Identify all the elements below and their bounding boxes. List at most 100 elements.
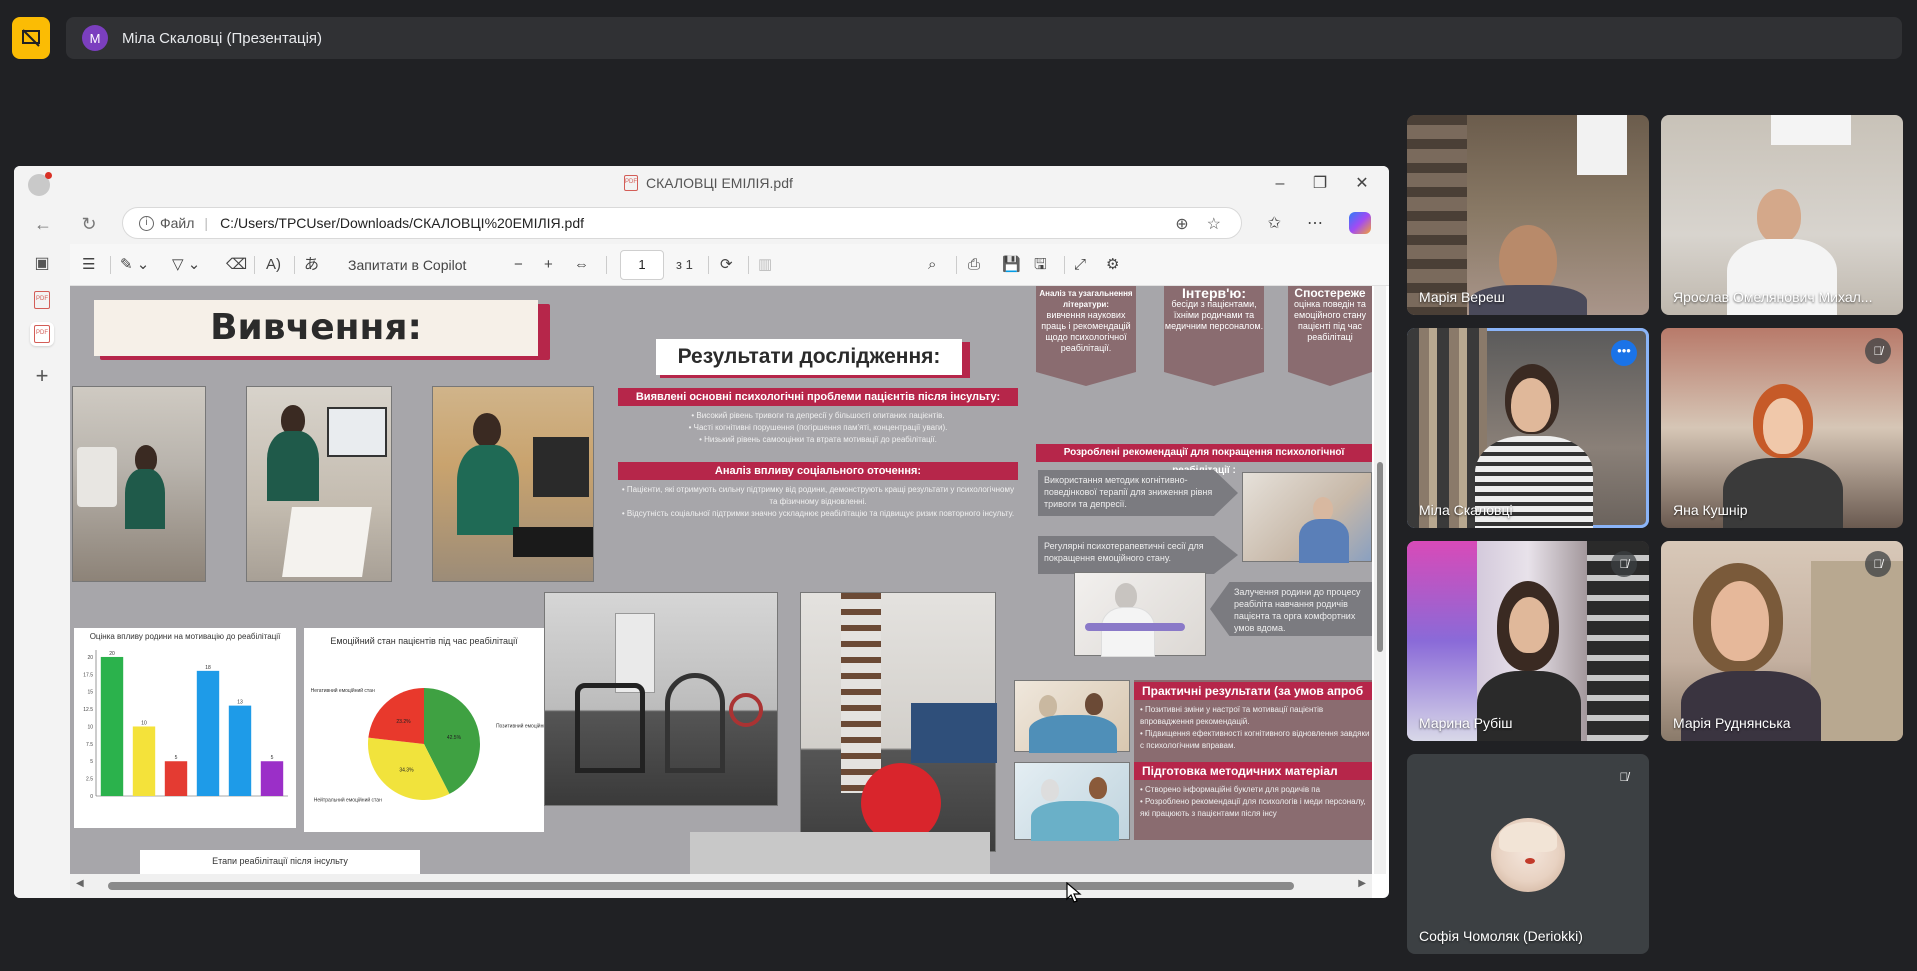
save-icon[interactable]: 💾 bbox=[1002, 254, 1021, 276]
contents-icon[interactable]: ☰ bbox=[82, 254, 95, 276]
y-tick-label: 15 bbox=[87, 690, 93, 696]
search-icon[interactable]: ⌕ bbox=[928, 254, 936, 276]
pdf-canvas[interactable]: Вивчення: Оцінка впливу родини на мотива… bbox=[70, 286, 1372, 874]
pie-slice-label: Нейтральний емоційний стан bbox=[314, 797, 382, 804]
participant-tile[interactable]: 🎙̸ Марія Руднянська bbox=[1661, 541, 1903, 741]
save-as-icon[interactable]: 🖫 bbox=[1034, 254, 1047, 276]
url-field[interactable]: i Файл | C:/Users/TPCUser/Downloads/СКАЛ… bbox=[122, 207, 1242, 239]
scroll-left-icon[interactable]: ◀ bbox=[76, 878, 84, 889]
scroll-right-icon[interactable]: ▶ bbox=[1358, 878, 1366, 889]
gym-photo-1 bbox=[544, 592, 778, 806]
therapy-photo-2 bbox=[1074, 572, 1206, 657]
copilot-icon[interactable] bbox=[1349, 212, 1371, 234]
presenter-label: Міла Скаловці (Презентація) bbox=[122, 29, 323, 47]
read-aloud-icon[interactable]: A) bbox=[266, 254, 281, 276]
highlight-icon[interactable]: ✎ ⌄ bbox=[120, 254, 149, 276]
present-stop-icon bbox=[22, 29, 40, 47]
flag-observation-title: Спостереже bbox=[1294, 286, 1366, 300]
profile-avatar[interactable] bbox=[28, 172, 52, 196]
therapy-photo-1 bbox=[1242, 472, 1372, 563]
fit-page-icon[interactable]: ⇔ bbox=[574, 254, 589, 276]
study-photo-3 bbox=[432, 386, 594, 582]
practical-photo-2 bbox=[1014, 762, 1130, 841]
participant-tile[interactable]: 🎙̸ Марина Рубіш bbox=[1407, 541, 1649, 741]
draw-icon[interactable]: ▽ ⌄ bbox=[172, 254, 200, 276]
bar-value-label: 10 bbox=[141, 720, 147, 726]
participant-name: Ярослав Омелянович Михал... bbox=[1673, 289, 1873, 305]
stop-presenting-button[interactable] bbox=[12, 17, 50, 59]
back-arrow-icon[interactable]: ← bbox=[30, 211, 56, 237]
presenter-chip[interactable]: M Міла Скаловці (Презентація) bbox=[66, 17, 1902, 59]
page-view-icon[interactable]: ▥ bbox=[758, 254, 772, 276]
practical-text: • Позитивні зміни у настрої та мотивації… bbox=[1140, 705, 1370, 750]
participant-name: Марія Вереш bbox=[1419, 289, 1505, 305]
ask-copilot-button[interactable]: Запитати в Copilot bbox=[348, 254, 466, 276]
translate-icon[interactable]: あ bbox=[304, 254, 319, 276]
tab-actions-icon[interactable]: ▣ bbox=[30, 252, 54, 276]
participant-tile[interactable]: 🎙̸ Яна Кушнір bbox=[1661, 328, 1903, 528]
bar-value-label: 5 bbox=[271, 755, 274, 761]
recommend-bar: Розроблені рекомендації для покращення п… bbox=[1036, 444, 1372, 476]
recommendation-3: Залучення родини до процесу реабіліта на… bbox=[1210, 582, 1372, 636]
method-flag-interview: Інтерв'ю: бесіди з пацієнтами, їхніми ро… bbox=[1164, 286, 1264, 386]
pie-pct-label: 23.2% bbox=[396, 719, 411, 725]
results-heading: Результати дослідження: bbox=[656, 339, 962, 375]
method-bar: Підготовка методичних матеріал bbox=[1134, 762, 1372, 780]
horizontal-scrollbar[interactable]: ◀ ▶ bbox=[70, 874, 1372, 898]
participant-name: Марина Рубіш bbox=[1419, 715, 1513, 731]
favorites-icon[interactable]: ✩ bbox=[1268, 213, 1281, 233]
more-options-icon[interactable]: ••• bbox=[1611, 340, 1637, 366]
horizontal-scroll-thumb[interactable] bbox=[108, 882, 1294, 890]
y-tick-label: 12.5 bbox=[83, 707, 93, 713]
vertical-scroll-thumb[interactable] bbox=[1377, 462, 1383, 652]
eraser-icon[interactable]: ⌫ bbox=[226, 254, 247, 276]
sidebar-pdf-tab-active[interactable]: PDF bbox=[30, 322, 54, 346]
mic-muted-icon: 🎙̸ bbox=[1611, 764, 1637, 790]
participant-name: Софія Чомоляк (Deriokki) bbox=[1419, 928, 1583, 944]
zoom-out-icon[interactable]: − bbox=[514, 254, 523, 276]
pdf-tab-icon: PDF bbox=[34, 291, 50, 309]
participant-tile[interactable]: 🎙̸ Софія Чомоляк (Deriokki) bbox=[1407, 754, 1649, 954]
pdf-toolbar: ☰ ✎ ⌄ ▽ ⌄ ⌫ A) あ Запитати в Copilot − + … bbox=[70, 244, 1389, 286]
favorite-star-icon[interactable]: ☆ bbox=[1207, 214, 1221, 234]
participant-tile[interactable]: Ярослав Омелянович Михал... bbox=[1661, 115, 1903, 315]
bar bbox=[196, 670, 220, 796]
fullscreen-icon[interactable]: ⤢ bbox=[1074, 254, 1086, 276]
vertical-scrollbar[interactable] bbox=[1374, 286, 1386, 874]
reload-icon[interactable]: ↻ bbox=[76, 211, 102, 237]
more-menu-icon[interactable]: ⋯ bbox=[1307, 213, 1323, 233]
address-bar: ← ↻ i Файл | C:/Users/TPCUser/Downloads/… bbox=[14, 202, 1389, 244]
bar-value-label: 18 bbox=[205, 665, 211, 671]
close-button[interactable]: ✕ bbox=[1342, 172, 1382, 196]
add-tab-icon[interactable]: + bbox=[30, 364, 54, 388]
zoom-icon[interactable]: ⊕ bbox=[1175, 214, 1188, 234]
participant-tile[interactable]: Марія Вереш bbox=[1407, 115, 1649, 315]
method-text: • Створено інформаційні буклети для роди… bbox=[1140, 785, 1366, 818]
participant-tile-active-speaker[interactable]: ••• Міла Скаловці bbox=[1407, 328, 1649, 528]
url-separator: | bbox=[204, 215, 209, 231]
y-tick-label: 10 bbox=[87, 724, 93, 730]
print-icon[interactable]: ⎙ bbox=[968, 254, 980, 276]
bar bbox=[228, 705, 252, 796]
zoom-in-icon[interactable]: + bbox=[544, 254, 553, 276]
info-icon[interactable]: i bbox=[139, 215, 154, 231]
flag-literature-title: Аналіз та узагальнення літератури: bbox=[1039, 289, 1133, 309]
bar-chart-card: Оцінка впливу родини на мотивацію до реа… bbox=[74, 628, 296, 828]
sidebar-rail: ▣ PDF PDF + bbox=[14, 244, 70, 898]
pie-slice bbox=[368, 688, 424, 744]
study-banner: Вивчення: bbox=[94, 300, 550, 360]
restore-button[interactable]: ❐ bbox=[1300, 172, 1340, 196]
bar-value-label: 5 bbox=[175, 755, 178, 761]
presenter-bar: M Міла Скаловці (Презентація) bbox=[12, 17, 1902, 59]
settings-gear-icon[interactable]: ⚙ bbox=[1106, 254, 1119, 276]
y-tick-label: 0 bbox=[90, 794, 93, 800]
participant-avatar bbox=[1491, 818, 1565, 892]
mic-muted-icon: 🎙̸ bbox=[1865, 338, 1891, 364]
sidebar-pdf-tab[interactable]: PDF bbox=[30, 288, 54, 312]
page-number-input[interactable]: 1 bbox=[620, 250, 664, 280]
rotate-icon[interactable]: ⟳ bbox=[720, 254, 733, 276]
window-title-text: СКАЛОВЦІ ЕМІЛІЯ.pdf bbox=[646, 175, 793, 191]
minimize-button[interactable]: – bbox=[1260, 172, 1300, 196]
flag-observation-text: оцінка поведін та емоційного стану паціє… bbox=[1294, 299, 1366, 342]
window-title: PDF СКАЛОВЦІ ЕМІЛІЯ.pdf bbox=[624, 175, 793, 191]
